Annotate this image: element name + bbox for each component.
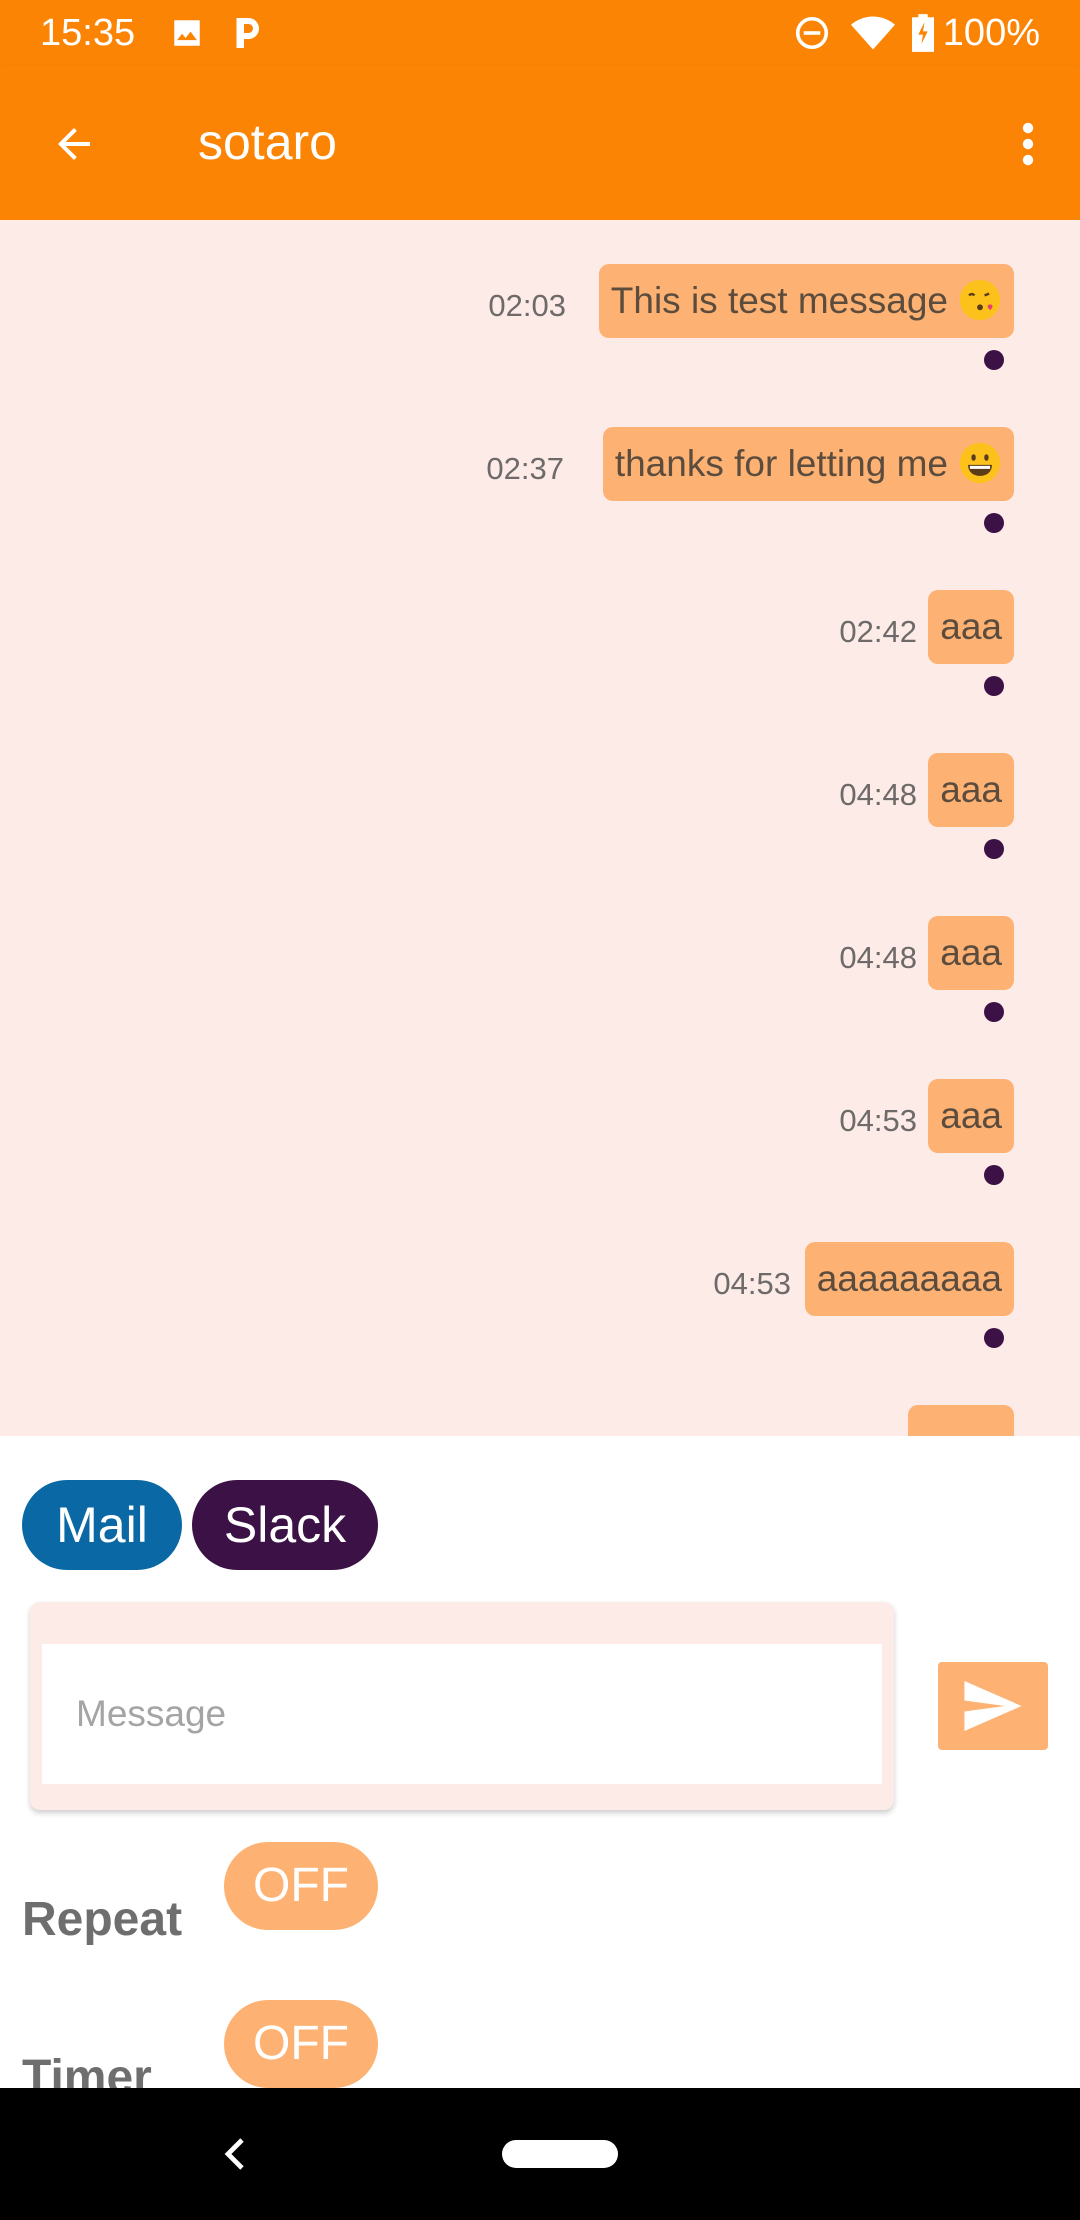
compose-panel: Mail Slack Repeat OFF Timer OFF bbox=[0, 1436, 1080, 2104]
message-bubble[interactable]: aaa bbox=[928, 590, 1014, 664]
message-bubble[interactable]: This is test message bbox=[598, 264, 1014, 338]
status-time: 15:35 bbox=[40, 12, 136, 54]
message-text: aaa bbox=[940, 1095, 1002, 1136]
grinning-face-emoji-icon bbox=[959, 442, 1001, 484]
message-time: 04:48 bbox=[839, 777, 917, 812]
message-item[interactable]: 04:48 aaa bbox=[814, 916, 1014, 1022]
message-item[interactable]: 02:03 This is test message bbox=[454, 264, 1014, 370]
message-bubble[interactable]: aaa bbox=[928, 753, 1014, 827]
send-icon bbox=[964, 1681, 1022, 1731]
read-indicator-dot bbox=[984, 350, 1004, 370]
message-item[interactable]: 04:53 aaaaaaaaa bbox=[684, 1242, 1014, 1348]
kissing-face-emoji-icon bbox=[959, 279, 1001, 321]
nav-back-button[interactable] bbox=[214, 2124, 254, 2184]
battery-percent: 100% bbox=[942, 12, 1040, 54]
message-input-card bbox=[30, 1602, 894, 1810]
parking-icon bbox=[230, 14, 264, 52]
message-text: thanks for letting me bbox=[614, 443, 948, 484]
message-time: 04:53 bbox=[713, 1266, 791, 1301]
message-text: aaaaaaaaa bbox=[816, 1258, 1002, 1299]
read-indicator-dot bbox=[984, 1328, 1004, 1348]
read-indicator-dot bbox=[984, 839, 1004, 859]
read-indicator-dot bbox=[984, 1002, 1004, 1022]
message-item[interactable]: 04:53 aaa bbox=[814, 1079, 1014, 1185]
slack-channel-button[interactable]: Slack bbox=[192, 1480, 378, 1570]
image-icon bbox=[168, 14, 206, 52]
dnd-icon bbox=[792, 14, 832, 52]
message-text: aaa bbox=[940, 606, 1002, 647]
message-bubble[interactable] bbox=[908, 1405, 1014, 1436]
message-text: aaa bbox=[940, 769, 1002, 810]
message-item[interactable]: 04:48 aaa bbox=[814, 753, 1014, 859]
system-nav-bar bbox=[0, 2088, 1080, 2220]
app-bar: sotaro bbox=[0, 66, 1080, 220]
message-time: 04:48 bbox=[839, 940, 917, 975]
overflow-menu-button[interactable] bbox=[998, 106, 1058, 182]
message-time: 04:53 bbox=[839, 1103, 917, 1138]
send-button[interactable] bbox=[938, 1662, 1048, 1750]
message-time: 02:37 bbox=[486, 451, 564, 486]
message-time: 02:42 bbox=[839, 614, 917, 649]
page-title: sotaro bbox=[198, 114, 337, 170]
message-item[interactable]: 02:42 aaa bbox=[814, 590, 1014, 696]
message-bubble[interactable]: thanks for letting me bbox=[602, 427, 1014, 501]
mail-channel-button[interactable]: Mail bbox=[22, 1480, 182, 1570]
read-indicator-dot bbox=[984, 676, 1004, 696]
repeat-label: Repeat bbox=[22, 1893, 183, 1946]
message-text: This is test message bbox=[610, 280, 948, 321]
wifi-icon bbox=[850, 14, 896, 52]
arrow-back-icon bbox=[58, 128, 90, 160]
read-indicator-dot bbox=[984, 513, 1004, 533]
chat-message-list[interactable]: 02:03 This is test message 02:37 thanks … bbox=[0, 220, 1080, 1436]
message-time: 02:03 bbox=[488, 288, 566, 323]
timer-toggle[interactable]: OFF bbox=[224, 2000, 378, 2088]
message-item[interactable]: 02:37 thanks for letting me bbox=[454, 427, 1014, 533]
more-vert-icon bbox=[1022, 122, 1034, 166]
message-bubble[interactable]: aaa bbox=[928, 916, 1014, 990]
back-button[interactable] bbox=[36, 106, 112, 182]
repeat-toggle[interactable]: OFF bbox=[224, 1842, 378, 1930]
message-item[interactable] bbox=[894, 1405, 1014, 1436]
message-bubble[interactable]: aaa bbox=[928, 1079, 1014, 1153]
message-text: aaa bbox=[940, 932, 1002, 973]
chevron-left-icon bbox=[224, 2138, 244, 2170]
message-input[interactable] bbox=[42, 1644, 882, 1784]
read-indicator-dot bbox=[984, 1165, 1004, 1185]
message-bubble[interactable]: aaaaaaaaa bbox=[804, 1242, 1014, 1316]
status-bar: 15:35 100% bbox=[0, 0, 1080, 66]
battery-icon bbox=[910, 14, 936, 52]
nav-home-button[interactable] bbox=[502, 2140, 618, 2168]
